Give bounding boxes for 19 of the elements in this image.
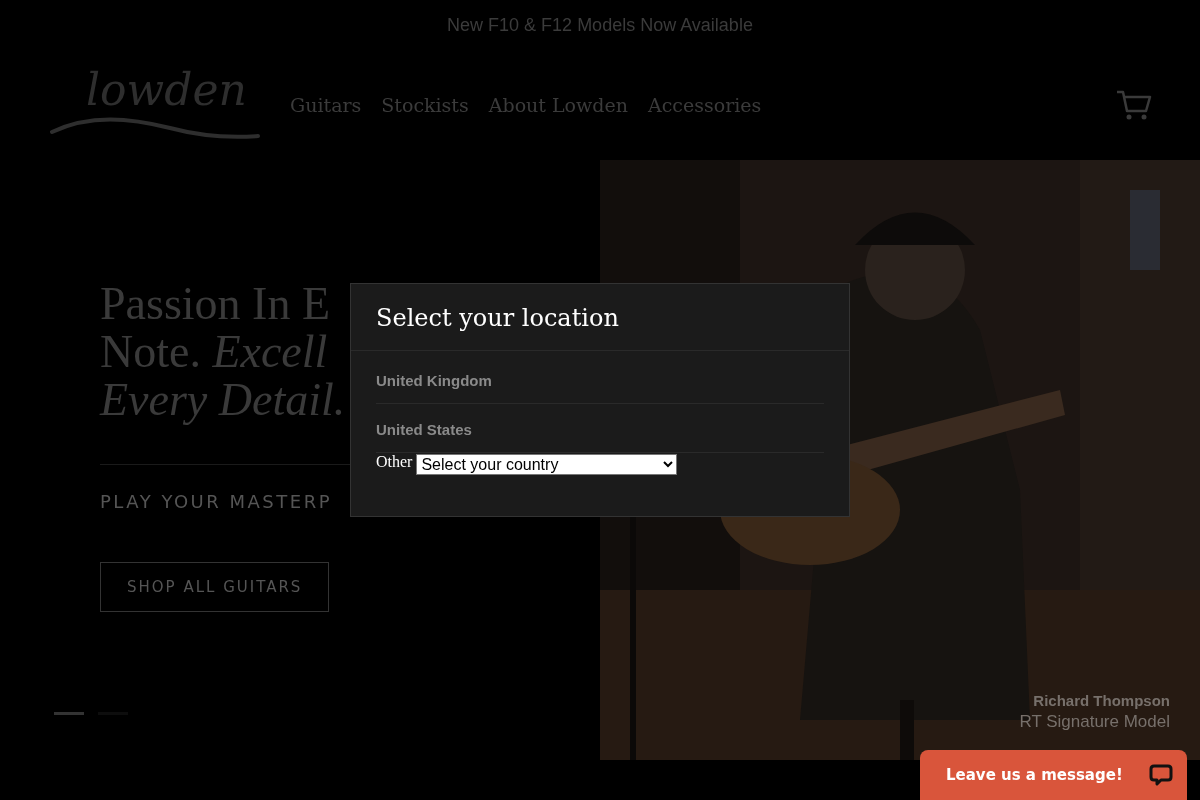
chat-button[interactable]: Leave us a message!	[920, 750, 1187, 800]
chat-icon	[1149, 763, 1173, 787]
nav-link[interactable]: About Lowden	[488, 94, 628, 116]
shop-button[interactable]: SHOP ALL GUITARS	[100, 562, 330, 612]
caption-name: Richard Thompson	[1033, 692, 1170, 709]
other-label: Other	[376, 453, 413, 471]
announcement[interactable]: New F10 & F12 Models Now Available	[447, 14, 753, 36]
country-option[interactable]: United Kingdom	[376, 369, 824, 404]
nav-link[interactable]: Accessories	[647, 94, 762, 116]
dialog-title: Select your location	[351, 284, 849, 351]
nav-link[interactable]: Stockists	[381, 94, 469, 116]
hero-subheading: PLAY YOUR MASTERP	[100, 491, 332, 512]
slide-indicator[interactable]	[54, 712, 84, 715]
country-option[interactable]: United States	[376, 418, 824, 453]
cart-icon[interactable]	[1116, 89, 1152, 121]
caption-model: RT Signature Model	[1019, 712, 1170, 732]
country-select[interactable]: Select your country	[416, 454, 678, 475]
hero-heading: Passion In E Note. Excell Every Detail.	[100, 280, 346, 424]
nav-link[interactable]: Guitars	[290, 94, 362, 116]
